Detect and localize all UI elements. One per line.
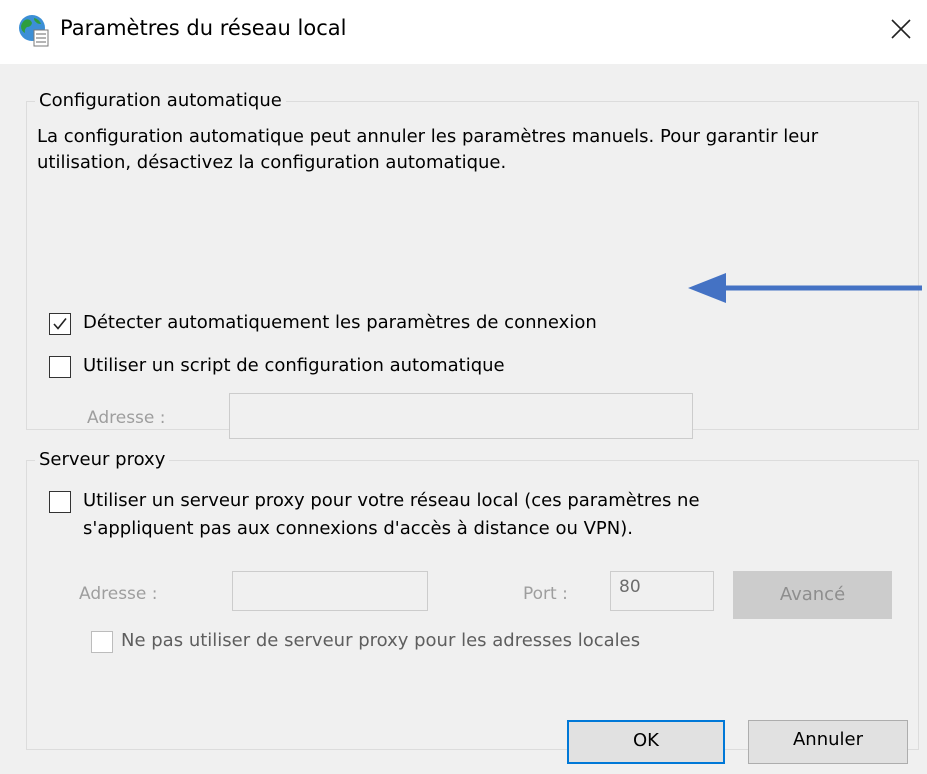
checkmark-icon (53, 318, 67, 330)
use-proxy-checkbox[interactable] (49, 491, 71, 513)
close-icon (891, 19, 911, 39)
use-proxy-label-line2: s'appliquent pas aux connexions d'accès … (83, 518, 633, 539)
proxy-address-label: Adresse : (79, 584, 158, 604)
close-button[interactable] (878, 4, 922, 56)
auto-config-group: Configuration automatique La configurati… (26, 89, 919, 439)
proxy-port-label: Port : (523, 584, 568, 604)
detect-settings-checkbox[interactable] (49, 313, 71, 335)
use-proxy-label-line1: Utiliser un serveur proxy pour votre rés… (83, 490, 700, 511)
advanced-button[interactable]: Avancé (733, 571, 892, 619)
proxy-group: Serveur proxy Utiliser un serveur proxy … (26, 448, 919, 750)
window-title: Paramètres du réseau local (60, 16, 347, 40)
annotation-arrow-icon (688, 273, 922, 303)
proxy-legend: Serveur proxy (35, 448, 170, 472)
bypass-local-checkbox[interactable] (91, 631, 113, 653)
detect-settings-label: Détecter automatiquement les paramètres … (83, 312, 597, 333)
auto-config-legend: Configuration automatique (35, 89, 286, 113)
globe-icon (19, 15, 49, 47)
script-address-input[interactable] (229, 393, 693, 439)
auto-config-description: La configuration automatique peut annule… (37, 126, 819, 173)
script-address-label: Adresse : (87, 408, 166, 428)
proxy-port-input[interactable]: 80 (610, 571, 714, 611)
bypass-local-label: Ne pas utiliser de serveur proxy pour le… (121, 630, 641, 651)
ok-button[interactable]: OK (567, 720, 725, 764)
dialog-content: Configuration automatique La configurati… (0, 64, 927, 774)
cancel-button[interactable]: Annuler (748, 720, 908, 764)
use-script-label: Utiliser un script de configuration auto… (83, 355, 505, 376)
title-bar: Paramètres du réseau local (0, 0, 927, 64)
proxy-address-input[interactable] (232, 571, 428, 611)
use-script-checkbox[interactable] (49, 356, 71, 378)
